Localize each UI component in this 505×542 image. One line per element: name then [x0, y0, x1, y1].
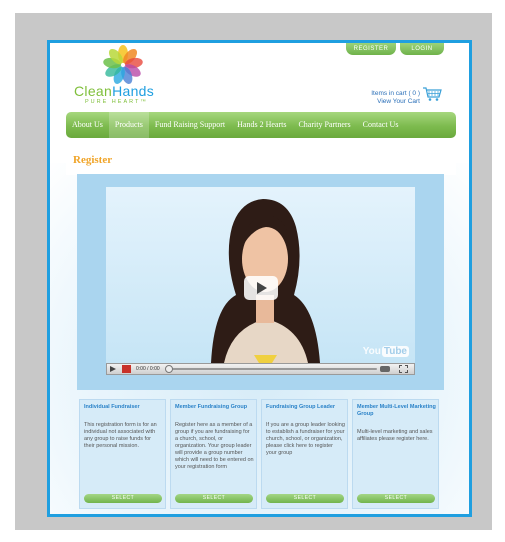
youtube-logo: You Tube: [363, 346, 409, 357]
nav-charity-partners[interactable]: Charity Partners: [292, 112, 356, 138]
select-button[interactable]: SELECT: [175, 494, 253, 503]
nav-products[interactable]: Products: [108, 112, 149, 138]
login-button[interactable]: LOGIN: [400, 43, 444, 55]
card-member-multi-level-marketing-group: Member Multi-Level Marketing Group Multi…: [352, 399, 439, 509]
fullscreen-icon[interactable]: [399, 365, 408, 373]
brand-name-clean: Clean: [74, 83, 113, 99]
card-fundraising-group-leader: Fundraising Group Leader If you are a gr…: [261, 399, 348, 509]
play-button[interactable]: [244, 276, 278, 300]
card-description: Register here as a member of a group if …: [175, 422, 254, 470]
video-controls: 0:00 / 0:00: [106, 363, 415, 375]
card-title: Fundraising Group Leader: [266, 404, 336, 410]
video-player[interactable]: You Tube: [106, 187, 415, 363]
main-nav: About Us Products Fund Raising Support H…: [66, 112, 456, 138]
card-description: This registration form is for an individ…: [84, 422, 157, 449]
select-button[interactable]: SELECT: [266, 494, 344, 503]
select-button[interactable]: SELECT: [84, 494, 162, 503]
card-member-fundraising-group: Member Fundraising Group Register here a…: [170, 399, 257, 509]
cart-items-count: Items in cart ( 0 ): [371, 90, 420, 97]
nav-fund-raising-support[interactable]: Fund Raising Support: [149, 112, 231, 138]
card-description: Multi-level marketing and sales affiliat…: [357, 429, 433, 442]
control-play-icon[interactable]: [110, 366, 116, 372]
youtube-logo-tube: Tube: [381, 346, 409, 357]
select-button[interactable]: SELECT: [357, 494, 435, 503]
nav-hands-2-hearts[interactable]: Hands 2 Hearts: [231, 112, 292, 138]
seek-handle[interactable]: [165, 365, 173, 373]
video-time: 0:00 / 0:00: [136, 366, 160, 372]
shopping-cart-icon[interactable]: [422, 86, 442, 102]
player-size-icon[interactable]: [380, 366, 390, 372]
card-title: Member Fundraising Group: [175, 404, 248, 410]
nav-contact-us[interactable]: Contact Us: [357, 112, 405, 138]
video-frame-person: [211, 199, 320, 363]
card-individual-fundraiser: Individual Fundraiser This registration …: [79, 399, 166, 509]
flower-logo-icon: [103, 45, 143, 84]
video-container: You Tube 0:00 / 0:00: [77, 174, 444, 390]
page-title: Register: [73, 154, 113, 166]
brand-name-hands: Hands: [112, 83, 155, 99]
volume-icon[interactable]: [122, 365, 131, 373]
card-description: If you are a group leader looking to est…: [266, 422, 345, 456]
cart-summary[interactable]: Items in cart ( 0 ) View Your Cart: [350, 90, 420, 106]
view-cart-link[interactable]: View Your Cart: [350, 98, 420, 106]
card-title: Member Multi-Level Marketing Group: [357, 404, 436, 417]
browser-frame: CleanHands PURE HEART™ REGISTER LOGIN It…: [47, 40, 472, 517]
youtube-logo-you: You: [362, 346, 381, 357]
card-title: Individual Fundraiser: [84, 404, 140, 410]
video-seek-bar[interactable]: [169, 368, 377, 370]
brand-logo[interactable]: CleanHands: [74, 83, 154, 99]
nav-about-us[interactable]: About Us: [66, 112, 109, 138]
brand-tagline: PURE HEART™: [85, 99, 148, 105]
title-panel: [66, 147, 456, 175]
register-button[interactable]: REGISTER: [346, 43, 396, 55]
